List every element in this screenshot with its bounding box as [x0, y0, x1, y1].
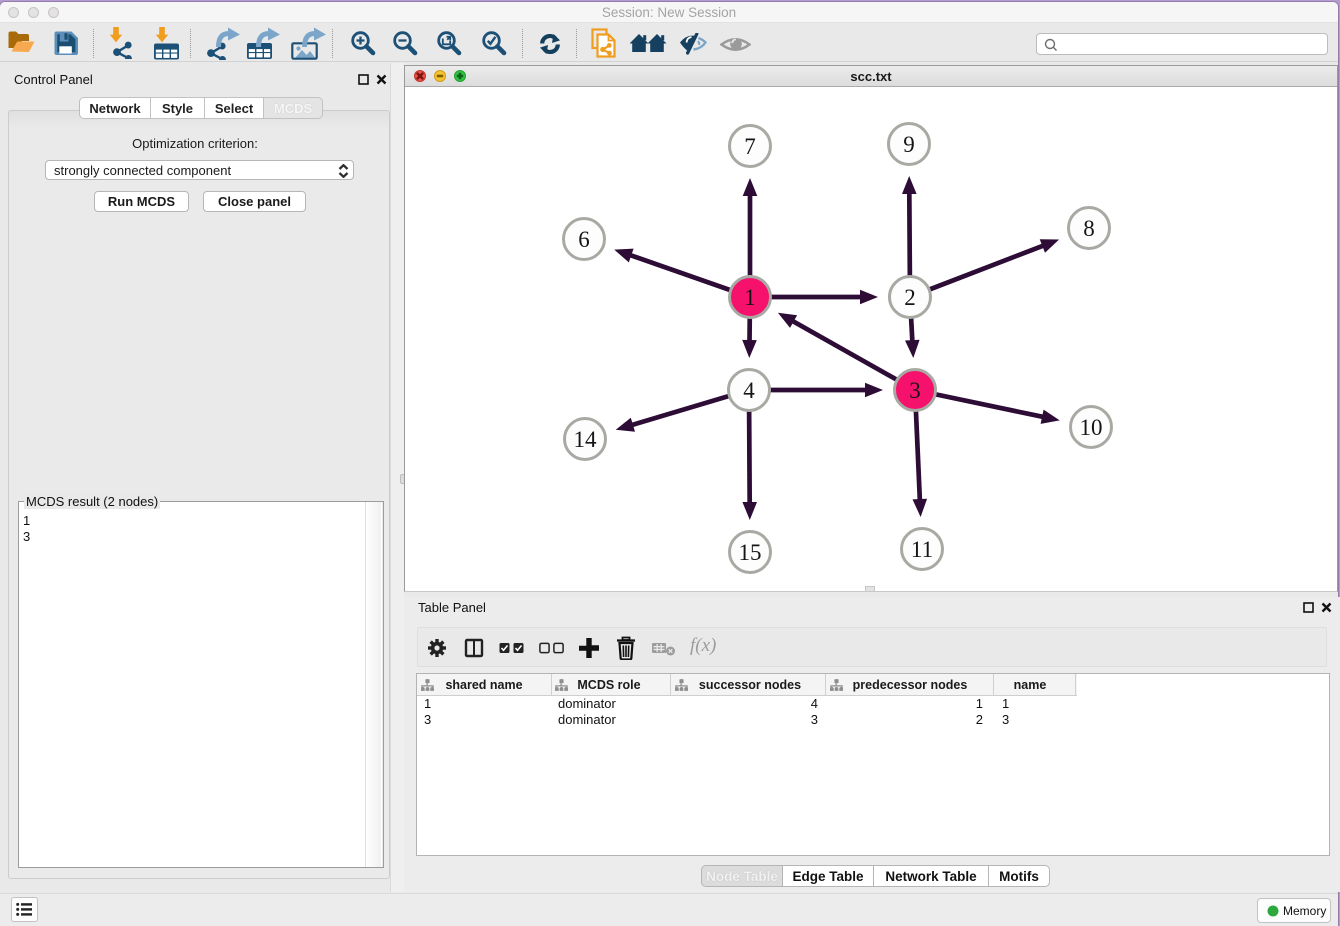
svg-text:4: 4: [743, 378, 755, 403]
svg-text:1: 1: [744, 285, 756, 310]
svg-text:15: 15: [739, 540, 762, 565]
svg-text:11: 11: [911, 537, 933, 562]
svg-text:8: 8: [1083, 216, 1095, 241]
svg-text:14: 14: [574, 427, 598, 452]
svg-text:9: 9: [903, 132, 915, 157]
svg-text:10: 10: [1080, 415, 1103, 440]
svg-text:7: 7: [744, 134, 756, 159]
svg-text:2: 2: [904, 285, 916, 310]
svg-text:3: 3: [909, 378, 921, 403]
svg-text:6: 6: [578, 227, 590, 252]
